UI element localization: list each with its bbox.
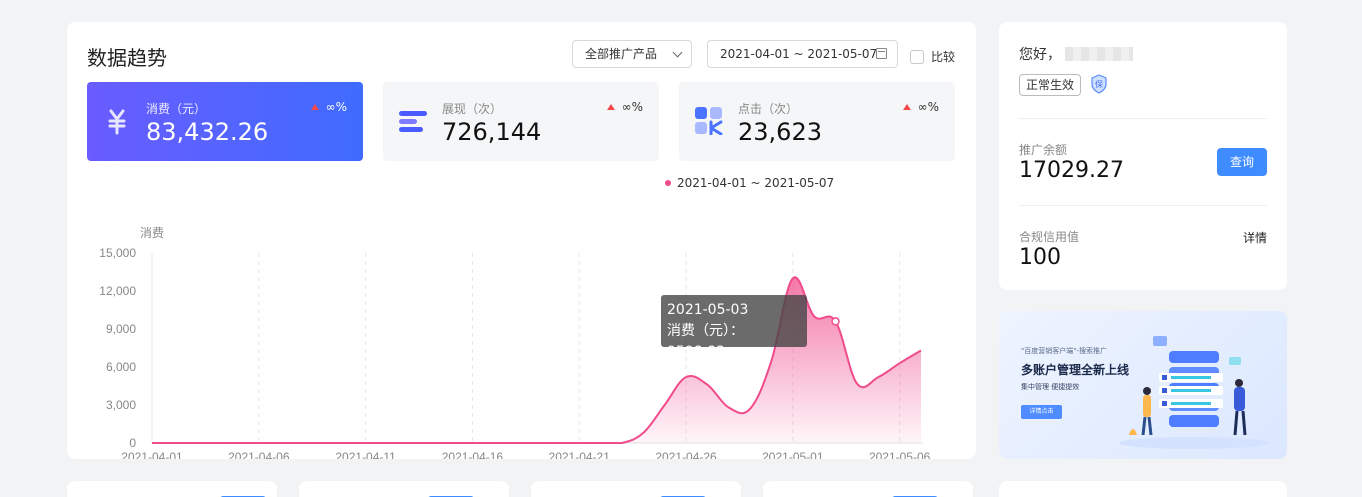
metric-value: 726,144 <box>442 118 542 146</box>
y-axis-ticks: 15,000 12,000 9,000 6,000 3,000 0 <box>99 246 136 450</box>
y-tick-label: 15,000 <box>99 246 136 260</box>
bottom-card <box>299 481 509 497</box>
masked-username <box>1065 47 1133 61</box>
product-filter-value: 全部推广产品 <box>585 47 658 61</box>
x-tick-label: 2021-04-06 <box>228 450 290 459</box>
divider <box>1019 205 1267 206</box>
metric-value: 23,623 <box>738 118 822 146</box>
metric-label: 点击（次） <box>738 102 799 116</box>
metric-trend-value: ∞% <box>621 100 643 114</box>
balance-value: 17029.27 <box>1019 158 1124 183</box>
metric-trend: ∞% <box>606 100 643 114</box>
date-range-value: 2021-04-01 ~ 2021-05-07 <box>720 47 878 61</box>
tooltip-date: 2021-05-03 <box>667 302 749 318</box>
checkbox-box[interactable] <box>910 49 924 64</box>
credit-value: 100 <box>1019 245 1061 270</box>
y-tick-label: 9,000 <box>106 322 136 336</box>
divider <box>1019 118 1267 119</box>
y-axis-label: 消费 <box>140 226 164 240</box>
x-tick-label: 2021-04-21 <box>549 450 611 459</box>
trend-up-icon <box>606 104 615 110</box>
trend-up-icon <box>902 104 911 110</box>
metric-trend-value: ∞% <box>325 100 347 114</box>
data-trend-card: 数据趋势 全部推广产品 2021-04-01 ~ 2021-05-07 比较 消… <box>67 22 976 459</box>
click-icon <box>695 107 723 135</box>
x-tick-label: 2021-04-16 <box>442 450 504 459</box>
status-badge: 正常生效 <box>1019 74 1082 96</box>
credit-detail-link[interactable]: 详情 <box>1243 229 1267 246</box>
x-tick-label: 2021-04-01 <box>121 450 183 459</box>
x-tick-label: 2021-04-26 <box>655 450 717 459</box>
chart-legend[interactable]: 2021-04-01 ~ 2021-05-07 <box>665 176 834 190</box>
shield-icon[interactable]: 保 <box>1090 74 1108 94</box>
balance-label: 推广余额 <box>1019 143 1068 157</box>
query-button[interactable]: 查询 <box>1217 148 1267 176</box>
y-tick-label: 3,000 <box>106 398 136 412</box>
spend-chart[interactable]: 消费 15,000 12,000 9,000 6,000 3,000 0 2021-04-… <box>67 192 976 459</box>
metric-value: 83,432.26 <box>146 118 269 146</box>
compare-label: 比较 <box>931 50 956 64</box>
legend-dot <box>665 180 671 186</box>
metric-label: 展现（次） <box>442 102 503 116</box>
y-tick-label: 0 <box>129 436 136 450</box>
svg-text:保: 保 <box>1095 79 1103 89</box>
calendar-icon <box>876 48 887 59</box>
greeting-text: 您好， <box>1019 47 1061 63</box>
banner-desc: 集中管理 便捷提效 <box>1021 383 1080 391</box>
compare-checkbox[interactable]: 比较 <box>910 48 955 65</box>
banner-subtitle: "百度营销客户端"-搜索推广 <box>1021 347 1107 355</box>
metric-card-spend[interactable]: 消费（元） 83,432.26 ∞% <box>87 82 363 161</box>
banner-button[interactable]: 详情点击 <box>1021 405 1062 419</box>
x-tick-label: 2021-05-01 <box>762 450 824 459</box>
credit-label: 合规信用值 <box>1019 230 1080 244</box>
bottom-card <box>999 481 1287 497</box>
greeting: 您好， <box>1019 44 1133 64</box>
date-range-picker[interactable]: 2021-04-01 ~ 2021-05-07 <box>707 40 898 68</box>
lines-icon <box>399 111 427 132</box>
yuan-icon <box>108 109 126 135</box>
metric-card-clicks[interactable]: 点击（次） 23,623 ∞% <box>679 82 955 161</box>
x-tick-label: 2021-04-11 <box>335 450 396 459</box>
x-axis-ticks: 2021-04-01 2021-04-06 2021-04-11 2021-04-16… <box>121 450 930 459</box>
bottom-card <box>763 481 973 497</box>
metric-trend: ∞% <box>902 100 939 114</box>
metric-trend-value: ∞% <box>917 100 939 114</box>
metric-card-impressions[interactable]: 展现（次） 726,144 ∞% <box>383 82 659 161</box>
chevron-down-icon <box>672 47 683 58</box>
y-tick-label: 6,000 <box>106 360 136 374</box>
page-title: 数据趋势 <box>87 46 167 70</box>
x-tick-label: 2021-05-06 <box>869 450 931 459</box>
product-filter-select[interactable]: 全部推广产品 <box>572 40 692 68</box>
bottom-card <box>67 481 277 497</box>
promo-banner[interactable]: "百度营销客户端"-搜索推广 多账户管理全新上线 集中管理 便捷提效 详情点击 <box>999 311 1287 459</box>
account-card: 您好， 正常生效 保 推广余额 17029.27 查询 合规信用值 详情 100 <box>999 22 1287 290</box>
trend-up-icon <box>310 104 319 110</box>
y-tick-label: 12,000 <box>99 284 136 298</box>
banner-illustration <box>1119 336 1269 449</box>
metric-label: 消费（元） <box>146 102 207 116</box>
metric-trend: ∞% <box>310 100 347 114</box>
legend-label: 2021-04-01 ~ 2021-05-07 <box>677 176 835 190</box>
hover-point <box>831 317 840 326</box>
tooltip-value: 消费（元）：9598.83 <box>667 323 744 360</box>
chart-tooltip: 2021-05-03 消费（元）：9598.83 <box>661 295 807 360</box>
bottom-card <box>531 481 741 497</box>
